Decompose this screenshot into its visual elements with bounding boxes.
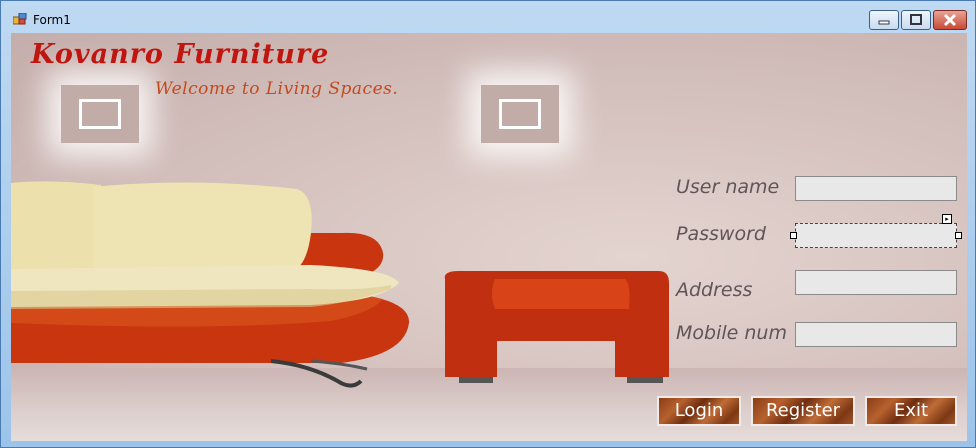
mobile-label: Mobile num: [676, 322, 787, 344]
selection-handle-left[interactable]: [790, 232, 797, 239]
title-bar[interactable]: Form1: [1, 1, 975, 33]
selection-handle-right[interactable]: [955, 232, 962, 239]
wall-lamp-left: [61, 85, 139, 143]
minimize-icon: [878, 20, 890, 25]
username-input[interactable]: [795, 176, 957, 201]
wall-lamp-right: [481, 85, 559, 143]
exit-button[interactable]: Exit: [865, 396, 957, 426]
address-label: Address: [676, 279, 753, 301]
close-button[interactable]: [933, 10, 967, 30]
form-client-area: Kovanro Furniture Welcome to Living Spac…: [11, 33, 967, 441]
close-icon: [943, 13, 957, 27]
brand-heading: Kovanro Furniture: [31, 39, 330, 70]
register-button[interactable]: Register: [751, 396, 855, 426]
brand-tagline: Welcome to Living Spaces.: [155, 79, 399, 99]
address-input[interactable]: [795, 270, 957, 295]
mobile-input[interactable]: [795, 322, 957, 347]
password-input[interactable]: [795, 223, 957, 248]
username-label: User name: [676, 176, 780, 198]
password-label: Password: [676, 223, 766, 245]
window-title: Form1: [33, 13, 71, 27]
login-button[interactable]: Login: [657, 396, 741, 426]
smart-tag-icon[interactable]: ▸: [942, 214, 952, 224]
app-icon: [13, 13, 27, 25]
minimize-button[interactable]: [869, 10, 899, 30]
maximize-button[interactable]: [901, 10, 931, 30]
window: Form1 Kovanro Furniture Welcome to Livin…: [0, 0, 976, 448]
sofa-illustration: [11, 181, 410, 388]
ottoman-illustration: [444, 271, 669, 383]
maximize-icon: [910, 14, 922, 25]
